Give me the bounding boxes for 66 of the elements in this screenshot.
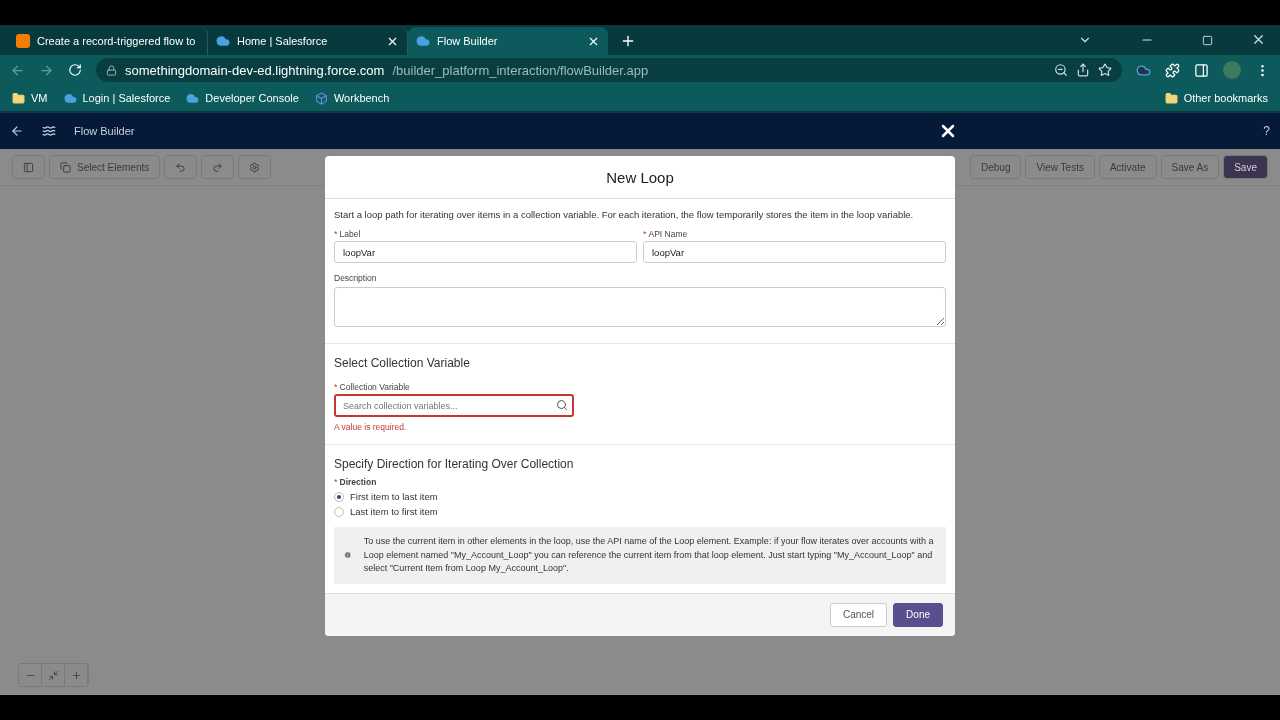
shrink-icon [47, 669, 59, 681]
field-label: Description [334, 273, 377, 283]
address-field[interactable]: somethingdomain-dev-ed.lightning.force.com /builder_platform_interaction/flowBuilder.app [96, 58, 1122, 82]
redo-icon [212, 161, 224, 173]
select-elements-button[interactable]: Select Elements [49, 155, 161, 179]
cube-icon [314, 91, 328, 105]
extensions-icon[interactable] [1165, 62, 1180, 78]
blogger-icon [16, 34, 30, 48]
field-label: Label [339, 229, 361, 239]
zoom-icon[interactable] [1054, 63, 1068, 77]
section-title: Select Collection Variable [334, 356, 471, 370]
panel-toggle-button[interactable] [12, 155, 45, 179]
field-label: API Name [648, 229, 688, 239]
cloud-icon [63, 91, 77, 105]
description-field[interactable] [334, 287, 946, 327]
close-icon[interactable] [1251, 32, 1266, 47]
required-mark: * [334, 477, 338, 487]
bookmark-link[interactable]: Other bookmarks [1164, 91, 1268, 105]
side-panel-icon[interactable] [1194, 62, 1209, 78]
required-mark: * [334, 382, 338, 392]
required-mark: * [643, 229, 647, 239]
reload-icon[interactable] [68, 63, 82, 77]
folder-icon [12, 91, 25, 105]
intro-text: Start a loop path for iterating over items in a collection variable. For each iteration, the flow temporarily stores the item in the loop variable. [334, 209, 915, 220]
cancel-button[interactable]: Cancel [829, 602, 888, 627]
field-label: Direction [339, 477, 377, 487]
toolbar-button[interactable]: View Tests [1025, 155, 1095, 179]
copy-icon [60, 161, 71, 173]
new-tab-icon[interactable] [620, 33, 636, 49]
bookmark-star-icon[interactable] [1098, 63, 1112, 77]
bookmark-link[interactable]: Login | Salesforce [63, 91, 171, 105]
error-text: A value is required. [334, 422, 408, 432]
folder-icon [1164, 91, 1178, 105]
restore-icon[interactable] [1202, 35, 1213, 46]
bookmark-link[interactable]: VM [12, 91, 48, 105]
api-name-field[interactable]: loopVar [643, 241, 946, 263]
forward-icon[interactable] [39, 62, 54, 78]
cloud-icon [416, 34, 430, 48]
toolbar-button[interactable]: Save [1223, 155, 1268, 179]
panel-icon [23, 161, 34, 173]
section-title: Specify Direction for Iterating Over Collection [334, 457, 575, 471]
bookmark-link[interactable]: Developer Console [186, 91, 299, 105]
cloud-icon [216, 34, 230, 48]
lock-icon [106, 64, 117, 76]
undo-icon [175, 161, 187, 173]
info-text: To use the current item in other elements in the loop, use the API name of the Loop element. Example: if your flow iterates over accounts with a Loop element named "My_Account_Loop" you can reference the current item from that loop element. Just start typing "My_Account_Loop" and select "Current Item from Loop My_Account_Loop". [363, 535, 935, 575]
settings-icon [249, 161, 261, 173]
required-mark: * [334, 229, 338, 239]
share-icon[interactable] [1076, 63, 1090, 77]
browser-tab[interactable]: Flow Builder [408, 27, 608, 55]
dialog-title: New Loop [606, 168, 674, 186]
cloud-icon [186, 91, 200, 105]
plus-icon [70, 669, 82, 681]
search-icon [556, 399, 568, 411]
collection-search-field[interactable]: Search collection variables... [334, 394, 574, 417]
radio-option[interactable]: First item to last item [334, 491, 946, 502]
flow-icon [42, 124, 56, 138]
help-button[interactable]: ? [1263, 124, 1270, 138]
field-label: Collection Variable [339, 382, 410, 392]
app-title: Flow Builder [74, 125, 135, 137]
bookmark-link[interactable]: Workbench [314, 91, 390, 105]
radio-option[interactable]: Last item to first item [334, 506, 946, 517]
back-icon[interactable] [10, 124, 24, 138]
label-field[interactable]: loopVar [334, 241, 637, 263]
extension-icon[interactable] [1136, 62, 1151, 78]
done-button[interactable]: Done [893, 602, 943, 627]
